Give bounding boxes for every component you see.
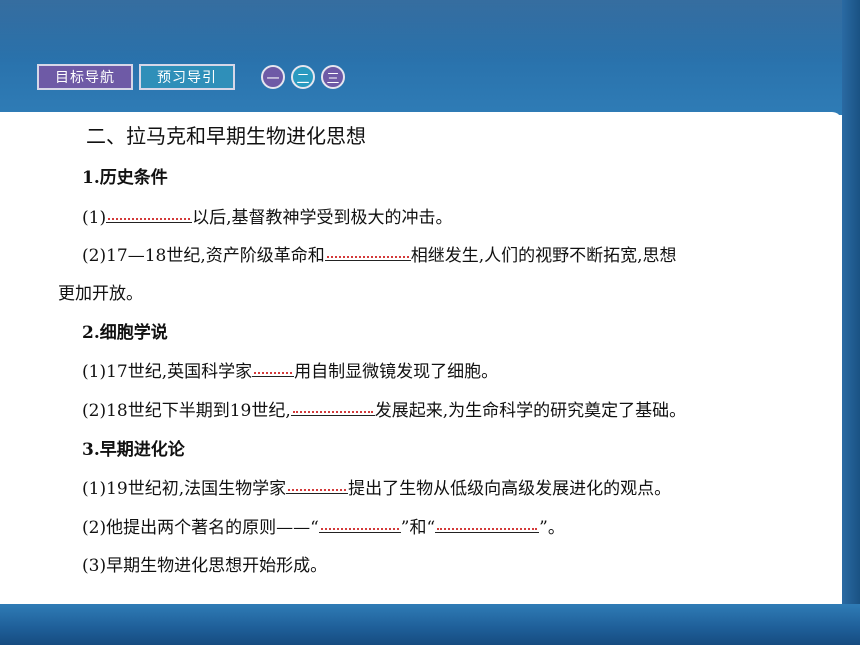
nav-bar: 目标导航 预习导引 一 二 三 [37, 64, 345, 90]
p6-suffix: ”。 [539, 518, 565, 538]
heading-2-text: 2.细胞学说 [82, 323, 168, 343]
nav-button-objectives[interactable]: 目标导航 [37, 64, 133, 90]
paragraph-2-continued: 更加开放。 [58, 279, 143, 304]
paragraph-7: (3)早期生物进化思想开始形成。 [82, 551, 327, 576]
paragraph-2: (2)17—18世纪,资产阶级革命和 相继发生,人们的视野不断拓宽,思想 [82, 241, 677, 266]
p2-continued-text: 更加开放。 [58, 284, 143, 304]
heading-3: 3.早期进化论 [82, 435, 185, 460]
section-title: 二、拉马克和早期生物进化思想 [86, 124, 366, 148]
slide: 目标导航 预习导引 一 二 三 二、拉马克和早期生物进化思想 1.历史条件 (1… [0, 0, 860, 645]
p5-prefix: (1)19世纪初,法国生物学家 [82, 479, 287, 499]
paragraph-6: (2)他提出两个著名的原则——“ ”和“ ”。 [82, 513, 565, 538]
p2-prefix: (2)17—18世纪,资产阶级革命和 [82, 246, 325, 266]
p4-suffix: 发展起来,为生命科学的研究奠定了基础。 [374, 401, 687, 421]
heading-3-text: 3.早期进化论 [82, 440, 185, 460]
p1-prefix: (1) [82, 208, 107, 228]
p2-suffix: 相继发生,人们的视野不断拓宽,思想 [410, 246, 677, 266]
paragraph-1: (1) 以后,基督教神学受到极大的冲击。 [82, 203, 453, 228]
answer-blank-3[interactable] [252, 362, 295, 377]
p5-suffix: 提出了生物从低级向高级发展进化的观点。 [348, 479, 672, 499]
answer-blank-6[interactable] [318, 518, 401, 533]
answer-blank-1[interactable] [106, 208, 193, 223]
p1-suffix: 以后,基督教神学受到极大的冲击。 [192, 208, 453, 228]
p7-text: (3)早期生物进化思想开始形成。 [82, 556, 328, 576]
p4-prefix: (2)18世纪下半期到19世纪, [82, 401, 291, 421]
nav-circle-2[interactable]: 二 [291, 65, 315, 89]
answer-blank-2[interactable] [324, 246, 411, 261]
answer-blank-7[interactable] [435, 518, 540, 533]
paragraph-4: (2)18世纪下半期到19世纪, 发展起来,为生命科学的研究奠定了基础。 [82, 396, 686, 421]
p6-middle: ”和“ [400, 518, 436, 538]
p3-suffix: 用自制显微镜发现了细胞。 [294, 362, 499, 382]
bottom-bar [0, 604, 860, 645]
p6-prefix: (2)他提出两个著名的原则——“ [82, 518, 319, 538]
heading-2: 2.细胞学说 [82, 318, 168, 343]
right-rail [842, 0, 860, 645]
top-banner [0, 0, 860, 115]
paragraph-3: (1)17世纪,英国科学家 用自制显微镜发现了细胞。 [82, 357, 498, 382]
heading-1-text: 1.历史条件 [82, 168, 168, 188]
paragraph-5: (1)19世纪初,法国生物学家 提出了生物从低级向高级发展进化的观点。 [82, 474, 671, 499]
heading-1: 1.历史条件 [82, 163, 168, 188]
p3-prefix: (1)17世纪,英国科学家 [82, 362, 253, 382]
nav-circle-3[interactable]: 三 [321, 65, 345, 89]
nav-circle-1[interactable]: 一 [261, 65, 285, 89]
answer-blank-5[interactable] [286, 479, 349, 494]
banner-shine [0, 0, 860, 60]
nav-button-preview[interactable]: 预习导引 [139, 64, 235, 90]
answer-blank-4[interactable] [290, 401, 375, 416]
